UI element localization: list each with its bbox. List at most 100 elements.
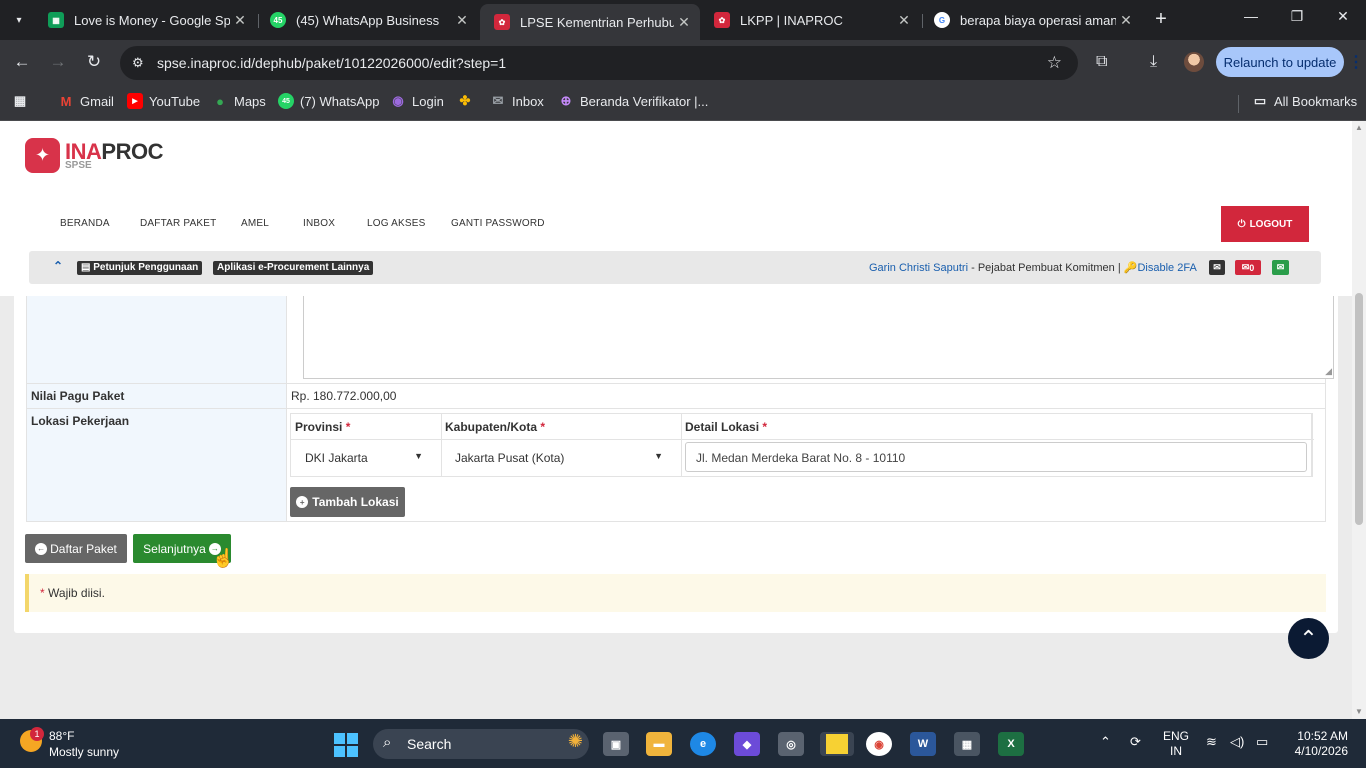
close-icon[interactable]: ✕ <box>230 12 250 29</box>
tab-google-search[interactable]: G berapa biaya operasi amand ✕ <box>920 6 1142 34</box>
page-scrollbar[interactable]: ▲ ▼ <box>1352 121 1366 719</box>
language-indicator[interactable]: ENG IN <box>1163 729 1189 759</box>
close-icon[interactable]: ✕ <box>674 14 694 31</box>
google-sheets-icon: ▦ <box>48 12 64 28</box>
lokasi-table: Provinsi * Kabupaten/Kota * Detail Lokas… <box>290 413 1314 477</box>
file-explorer-icon[interactable]: ▬ <box>646 732 672 756</box>
resize-handle-icon[interactable]: ◢ <box>1325 366 1332 377</box>
menu-amel[interactable]: AMEL <box>241 218 269 229</box>
bookmarks-divider <box>1238 95 1239 113</box>
plus-circle-icon: + <box>296 496 309 508</box>
message-icon[interactable]: ✉ <box>1209 260 1225 275</box>
minimize-icon[interactable]: — <box>1236 8 1266 24</box>
site-info-icon[interactable]: ⚙ <box>132 55 144 71</box>
required-mark: * <box>40 586 45 600</box>
other-apps-badge[interactable]: Aplikasi e-Procurement Lainnya <box>213 261 374 275</box>
copilot-icon[interactable]: ◆ <box>734 732 760 756</box>
bookmark-whatsapp[interactable]: 45 (7) WhatsApp <box>278 93 379 109</box>
battery-icon[interactable]: ▭ <box>1256 734 1268 750</box>
disable-2fa-link[interactable]: Disable 2FA <box>1137 262 1196 274</box>
logout-label: LOGOUT <box>1249 218 1293 230</box>
col-provinsi-label: Provinsi <box>295 420 343 434</box>
close-icon[interactable]: ✕ <box>1116 12 1136 29</box>
tray-chevron-icon[interactable]: ⌃ <box>1100 734 1111 750</box>
menu-daftar-paket[interactable]: DAFTAR PAKET <box>140 218 216 229</box>
bookmark-beranda-verifikator[interactable]: ⊕ Beranda Verifikator |... <box>558 93 709 109</box>
lokasi-row: Lokasi Pekerjaan Provinsi * Kabupaten/Ko… <box>26 408 1326 522</box>
camera-icon[interactable]: ◎ <box>778 732 804 756</box>
edge-icon[interactable]: e <box>690 732 716 756</box>
reload-icon[interactable]: ↻ <box>82 52 106 72</box>
address-bar[interactable]: ⚙ spse.inaproc.id/dephub/paket/101220260… <box>120 46 1078 80</box>
bookmark-pinwheel[interactable]: ✤ <box>457 93 473 109</box>
col-kabupaten-label: Kabupaten/Kota <box>445 420 538 434</box>
url-text[interactable]: spse.inaproc.id/dephub/paket/10122026000… <box>157 55 506 71</box>
all-bookmarks[interactable]: ▭ All Bookmarks <box>1252 93 1357 109</box>
menu-inbox[interactable]: INBOX <box>303 218 335 229</box>
menu-ganti-password[interactable]: GANTI PASSWORD <box>451 218 545 229</box>
guide-badge[interactable]: ▤ Petunjuk Penggunaan <box>77 261 203 275</box>
logout-button[interactable]: ⏻ LOGOUT <box>1221 206 1309 242</box>
daftar-paket-button[interactable]: ← Daftar Paket <box>25 534 127 563</box>
guide-label: Petunjuk Penggunaan <box>93 262 199 273</box>
apps-grid-icon[interactable]: ▦ <box>12 93 28 109</box>
sticky-notes-icon[interactable] <box>820 732 854 756</box>
chrome-icon[interactable]: ◉ <box>866 732 892 756</box>
download-icon[interactable]: ⤓ <box>1150 53 1157 71</box>
calculator-icon[interactable]: ▦ <box>954 732 980 756</box>
tab-search-chevron-icon[interactable]: ▾ <box>8 9 30 31</box>
notification-badge[interactable]: ✉ 0 <box>1235 260 1261 275</box>
window-close-icon[interactable]: ✕ <box>1328 8 1358 25</box>
close-icon[interactable]: ✕ <box>894 12 914 29</box>
relaunch-button[interactable]: Relaunch to update <box>1216 47 1344 77</box>
new-tab-button[interactable]: + <box>1150 8 1172 31</box>
weather-description[interactable]: Mostly sunny <box>49 745 119 759</box>
bookmark-maps[interactable]: ● Maps <box>212 93 266 109</box>
word-icon[interactable]: W <box>910 732 936 756</box>
provinsi-select[interactable]: DKI Jakarta ▼ <box>293 442 437 474</box>
tambah-lokasi-button[interactable]: + Tambah Lokasi <box>290 487 405 517</box>
scroll-to-top-button[interactable]: ⌃ <box>1288 618 1329 659</box>
lokasi-label: Lokasi Pekerjaan <box>27 409 287 521</box>
temperature[interactable]: 88°F <box>49 729 74 743</box>
close-icon[interactable]: ✕ <box>452 12 472 29</box>
back-arrow-icon[interactable]: ← <box>10 52 34 72</box>
col-kabupaten: Kabupaten/Kota * <box>445 420 545 434</box>
bookmark-login[interactable]: ◉ Login <box>390 93 443 109</box>
volume-icon[interactable]: ◁) <box>1230 734 1244 750</box>
extensions-icon[interactable]: ⧉ <box>1096 53 1107 71</box>
bookmark-gmail[interactable]: M Gmail <box>58 93 114 109</box>
tab-whatsapp[interactable]: 45 (45) WhatsApp Business ✕ <box>256 6 478 34</box>
kabupaten-value: Jakarta Pusat (Kota) <box>455 451 565 465</box>
user-name[interactable]: Garin Christi Saputri <box>869 262 968 274</box>
tab-lpse-active[interactable]: ✿ LPSE Kementrian Perhubung ✕ <box>480 4 700 40</box>
menu-kebab-icon[interactable]: ⋮ <box>1348 52 1364 72</box>
description-textarea[interactable]: ◢ <box>303 296 1334 379</box>
sync-icon[interactable]: ⟳ <box>1130 734 1141 750</box>
windows-start-icon[interactable] <box>334 733 358 757</box>
scroll-down-arrow-icon[interactable]: ▼ <box>1355 707 1363 716</box>
bookmark-youtube[interactable]: ▶ YouTube <box>127 93 200 109</box>
excel-icon[interactable]: X <box>998 732 1024 756</box>
forward-arrow-icon[interactable]: → <box>46 52 70 72</box>
col-detail: Detail Lokasi * <box>685 420 767 434</box>
scroll-up-arrow-icon[interactable]: ▲ <box>1355 123 1363 132</box>
chevron-up-double-icon[interactable]: ⌃ <box>53 259 63 273</box>
inbox-open-icon[interactable]: ✉ <box>1272 260 1289 275</box>
task-view-icon[interactable]: ▣ <box>603 732 629 756</box>
bookmark-inbox[interactable]: ✉ Inbox <box>490 93 544 109</box>
tab-google-sheets[interactable]: ▦ Love is Money - Google Spre ✕ <box>34 6 256 34</box>
wifi-icon[interactable]: ≋ <box>1206 734 1217 750</box>
clock[interactable]: 10:52 AM 4/10/2026 <box>1292 729 1348 759</box>
taskbar-search[interactable]: ⌕ Search ✺ <box>373 729 589 759</box>
menu-log-akses[interactable]: LOG AKSES <box>367 218 426 229</box>
kabupaten-select[interactable]: Jakarta Pusat (Kota) ▼ <box>443 442 677 474</box>
tab-lkpp[interactable]: ✿ LKPP | INAPROC ✕ <box>700 6 920 34</box>
maximize-icon[interactable]: ❐ <box>1282 8 1312 25</box>
detail-lokasi-input[interactable]: Jl. Medan Merdeka Barat No. 8 - 10110 <box>685 442 1307 472</box>
inaproc-icon: ✿ <box>714 12 730 28</box>
scrollbar-thumb[interactable] <box>1355 293 1363 525</box>
bookmark-star-icon[interactable]: ☆ <box>1047 53 1062 73</box>
profile-avatar[interactable] <box>1184 52 1204 72</box>
menu-beranda[interactable]: BERANDA <box>60 218 110 229</box>
